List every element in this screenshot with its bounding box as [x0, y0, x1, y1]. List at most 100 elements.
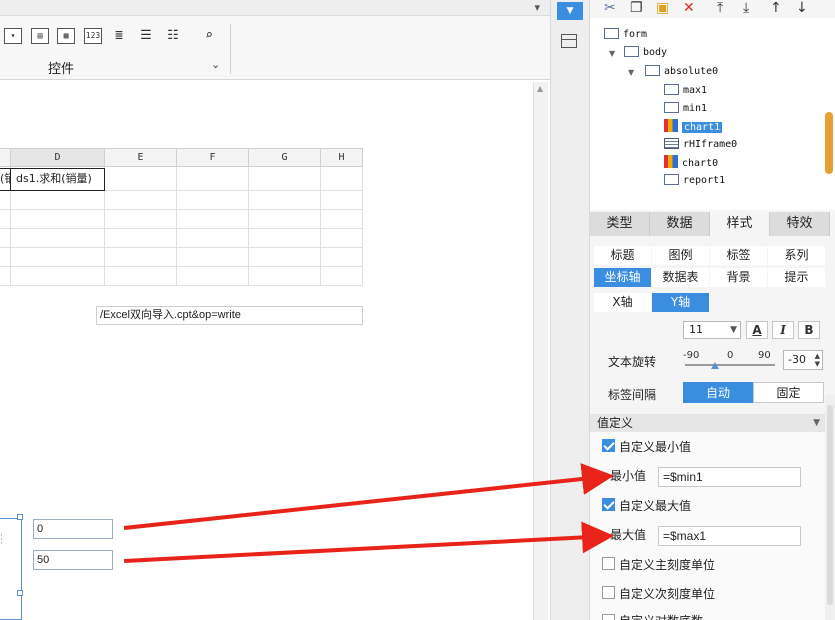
tree-node-rhiframe0[interactable]: rHIframe0 — [664, 137, 737, 153]
max-value-input[interactable]: =$max1 — [658, 526, 801, 546]
sheet-cell[interactable] — [105, 229, 177, 248]
number-field-icon[interactable]: 123 — [84, 28, 102, 44]
drag-handle-icon[interactable]: · · · — [0, 532, 4, 549]
sheet-cell[interactable] — [177, 191, 249, 210]
move-bottom-icon[interactable]: ⤓ — [743, 0, 749, 16]
interval-auto-button[interactable]: 自动 — [683, 382, 753, 403]
cut-icon[interactable]: ✂ — [604, 0, 616, 16]
panel-scrollbar[interactable] — [825, 395, 835, 620]
copy-icon[interactable]: ❐ — [630, 0, 643, 16]
sheet-cell[interactable] — [321, 210, 363, 229]
tab-style[interactable]: 样式 — [710, 212, 770, 236]
tree-node-form[interactable]: form — [604, 27, 647, 43]
font-color-button[interactable]: A — [746, 321, 768, 339]
sheet-cell[interactable] — [177, 210, 249, 229]
sub-tab-title[interactable]: 标题 — [594, 246, 651, 265]
sheet-cell[interactable] — [249, 248, 321, 267]
sheet-cell[interactable] — [105, 167, 177, 191]
sub-tab-label[interactable]: 标签 — [710, 246, 767, 265]
column-header-g[interactable]: G — [249, 148, 321, 167]
tab-type[interactable]: 类型 — [590, 212, 650, 236]
calendar-icon[interactable]: ▦ — [57, 28, 75, 44]
scroll-up-icon[interactable]: ▲ — [537, 84, 543, 93]
radio-group-icon[interactable]: ☰ — [137, 28, 155, 44]
resize-handle[interactable] — [17, 590, 23, 596]
column-header-f[interactable]: F — [177, 148, 249, 167]
sheet-cell[interactable] — [249, 167, 321, 191]
sheet-cell[interactable] — [321, 191, 363, 210]
expand-arrow-icon[interactable]: ▼ — [609, 49, 615, 58]
custom-major-unit-checkbox[interactable] — [602, 557, 615, 570]
rotation-spinner[interactable]: -30 ▲ ▼ — [783, 350, 823, 370]
tree-node-max1[interactable]: max1 — [664, 83, 707, 99]
sheet-cell[interactable] — [177, 167, 249, 191]
sheet-cell[interactable] — [105, 210, 177, 229]
text-area-icon[interactable]: ≣ — [110, 28, 128, 44]
checkbox-group-icon[interactable]: ☷ — [164, 28, 182, 44]
sub-tab-background[interactable]: 背景 — [710, 268, 767, 287]
sheet-cell[interactable] — [249, 229, 321, 248]
custom-max-checkbox[interactable] — [602, 498, 615, 511]
sub-tab-legend[interactable]: 图例 — [652, 246, 709, 265]
delete-icon[interactable]: ✕ — [683, 0, 695, 16]
tree-node-absolute0[interactable]: absolute0 — [645, 64, 718, 80]
max-widget-input[interactable]: 50 — [33, 550, 113, 570]
sheet-cell[interactable] — [11, 248, 105, 267]
expand-arrow-icon[interactable]: ▼ — [628, 68, 634, 77]
column-header-e[interactable]: E — [105, 148, 177, 167]
sheet-cell[interactable] — [11, 210, 105, 229]
sheet-cell[interactable] — [321, 167, 363, 191]
pin-icon[interactable]: ▾ — [534, 1, 540, 14]
search-doc-icon[interactable]: ⌕ — [200, 28, 218, 44]
sheet-cell[interactable] — [11, 267, 105, 286]
sheet-cell[interactable] — [0, 267, 11, 286]
tree-scrollbar-thumb[interactable] — [825, 112, 833, 174]
chevron-down-icon[interactable]: ⌄ — [211, 58, 220, 71]
tree-node-report1[interactable]: report1 — [664, 173, 725, 189]
sub-tab-axis[interactable]: 坐标轴 — [594, 268, 651, 287]
axis-tab-x[interactable]: X轴 — [594, 293, 651, 312]
tree-node-min1[interactable]: min1 — [664, 101, 707, 117]
sub-tab-tooltip[interactable]: 提示 — [768, 268, 825, 287]
paste-icon[interactable]: ▣ — [656, 0, 669, 16]
sheet-cell[interactable] — [0, 191, 11, 210]
custom-log-base-checkbox[interactable] — [602, 614, 615, 620]
scrollbar-thumb[interactable] — [827, 405, 833, 605]
axis-tab-y[interactable]: Y轴 — [652, 293, 709, 312]
sheet-cell[interactable] — [105, 191, 177, 210]
italic-button[interactable]: I — [772, 321, 794, 339]
move-down-icon[interactable]: ↓ — [796, 0, 808, 16]
sub-tab-datasheet[interactable]: 数据表 — [652, 268, 709, 287]
sheet-cell[interactable] — [105, 267, 177, 286]
sheet-cell[interactable] — [177, 229, 249, 248]
sheet-cell[interactable] — [249, 210, 321, 229]
resize-handle[interactable] — [17, 514, 23, 520]
value-definition-header[interactable]: 值定义 ▼ — [590, 414, 825, 432]
font-size-select[interactable]: 11 ▼ — [683, 321, 741, 339]
bold-button[interactable]: B — [798, 321, 820, 339]
min-value-input[interactable]: =$min1 — [658, 467, 801, 487]
sheet-cell[interactable] — [249, 191, 321, 210]
sheet-cell[interactable] — [321, 229, 363, 248]
sheet-cell[interactable] — [0, 210, 11, 229]
rotation-slider-track[interactable] — [685, 364, 775, 366]
dropdown-field-icon[interactable]: ▾ — [4, 28, 22, 44]
tab-data[interactable]: 数据 — [650, 212, 710, 236]
custom-minor-unit-checkbox[interactable] — [602, 586, 615, 599]
custom-min-checkbox[interactable] — [602, 439, 615, 452]
rotation-slider-thumb[interactable] — [711, 362, 719, 369]
sheet-cell[interactable] — [105, 248, 177, 267]
tab-effect[interactable]: 特效 — [770, 212, 830, 236]
tree-node-body[interactable]: body — [624, 45, 667, 61]
sheet-cell[interactable] — [11, 191, 105, 210]
sub-tab-series[interactable]: 系列 — [768, 246, 825, 265]
widget-library-button[interactable]: ▼ — [557, 2, 583, 20]
sheet-cell[interactable] — [321, 267, 363, 286]
url-cell[interactable]: /Excel双向导入.cpt&op=write — [96, 306, 363, 325]
layout-panel-icon[interactable] — [561, 34, 577, 48]
canvas-scrollbar[interactable]: ▲ — [533, 82, 548, 620]
interval-fixed-button[interactable]: 固定 — [753, 382, 824, 403]
sheet-cell[interactable] — [0, 229, 11, 248]
move-up-icon[interactable]: ↑ — [770, 0, 782, 16]
tree-node-chart0[interactable]: chart0 — [664, 155, 718, 171]
